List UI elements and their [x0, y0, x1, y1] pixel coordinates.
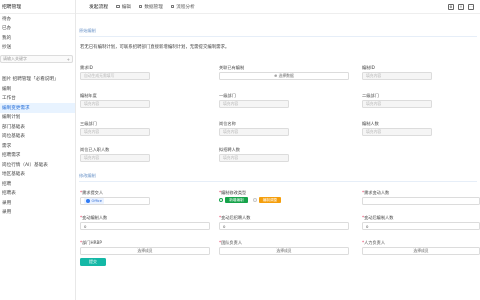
select-data-button[interactable]: ⊕ 选择数据: [219, 72, 349, 80]
settings-icon[interactable]: ⚙: [448, 3, 454, 10]
change-type-label: *编制修改类型: [219, 190, 247, 195]
reason-label: *需求变动人数: [362, 190, 390, 195]
top-right-icons: ⚙ ⇪ ⋯: [448, 3, 474, 10]
year-field: 填充内容: [80, 100, 150, 108]
section-modify-title: 修改编制: [79, 173, 96, 178]
total-field[interactable]: 0: [80, 222, 210, 230]
database-icon: [138, 4, 143, 9]
after2-field[interactable]: 0: [362, 222, 480, 230]
dept1-field: 填充内容: [219, 100, 289, 108]
submitter-field[interactable]: Office: [80, 197, 150, 205]
sidebar-item-cc[interactable]: 抄送: [0, 43, 75, 53]
onboard-label: 岗位已入职人数: [80, 147, 110, 152]
year-label: 编制年度: [80, 93, 97, 98]
after2-label: *变动后编制人数: [362, 215, 394, 220]
edit-button[interactable]: 编辑: [116, 4, 131, 10]
hr-label: *人力负责人: [362, 240, 386, 245]
radio-adjust[interactable]: [252, 197, 257, 203]
radio-add-selected[interactable]: [219, 197, 224, 203]
sidebar: 招聘管理 待办 已办 我的 抄送 请输入关键字 + 图片 招聘管理「必看说明」 …: [0, 0, 76, 300]
hrbp-select-button[interactable]: 选择成员: [80, 247, 210, 255]
sidebar-item-headcount[interactable]: 编制: [0, 84, 75, 94]
plan-id-field: 填充内容: [362, 72, 432, 80]
sidebar-item-todo[interactable]: 待办: [0, 14, 75, 24]
sidebar-item-recruit-table[interactable]: 招聘表: [0, 189, 75, 199]
post-field: 填充内容: [219, 128, 289, 136]
sidebar-item-recruit-demand[interactable]: 招聘需求: [0, 151, 75, 161]
existing-plan-label: 关联已有编制: [219, 65, 245, 70]
form-content: 原始编制 若无已有编制计划，可联系招聘部门直接新增编制计划，无需提交编制需求。 …: [76, 14, 480, 300]
after-field[interactable]: 0: [219, 222, 349, 230]
section-divider: [79, 36, 477, 37]
user-avatar-icon: [86, 199, 90, 203]
dept1-label: 一级部门: [219, 93, 236, 98]
total-label: *变动编制人数: [80, 215, 108, 220]
add-icon[interactable]: +: [67, 57, 70, 62]
sidebar-item-hire2[interactable]: 录用: [0, 208, 75, 218]
sidebar-item-hire[interactable]: 录用: [0, 198, 75, 208]
option-adjust[interactable]: 编制调整: [258, 197, 282, 203]
plan-id-label: 编制ID: [362, 65, 375, 70]
section-original-title: 原始编制: [79, 28, 96, 33]
flow-analysis-label: 流程分析: [176, 4, 195, 10]
page-title: 发起流程: [89, 5, 109, 10]
dept3-field: 填充内容: [80, 128, 150, 136]
hrbp-label: *部门HRBP: [80, 240, 102, 245]
leader-select-button[interactable]: 选择成员: [219, 247, 349, 255]
sidebar-search-placeholder: 请输入关键字: [3, 56, 27, 61]
submitter-value: Office: [91, 199, 103, 203]
req-id-field: 自动生成无需填写: [80, 72, 150, 80]
sidebar-item-recruit-mgmt[interactable]: 图片 招聘管理「必看说明」: [0, 75, 75, 85]
option-add[interactable]: 新增编制: [225, 197, 248, 203]
count-field: 填充内容: [362, 128, 432, 136]
notice-text: 若无已有编制计划，可联系招聘部门直接新增编制计划，无需提交编制需求。: [80, 45, 230, 50]
data-manage-button[interactable]: 数据管理: [138, 4, 163, 10]
sidebar-item-mine[interactable]: 我的: [0, 33, 75, 43]
edit-label: 编辑: [121, 4, 131, 10]
submit-button[interactable]: 提交: [80, 258, 106, 266]
sidebar-item-dept-table[interactable]: 部门基础表: [0, 122, 75, 132]
sidebar-item-change-request[interactable]: 编制变更需求: [0, 103, 75, 113]
sidebar-item-market[interactable]: 岗位行情（AI）基础表: [0, 160, 75, 170]
section-divider-2: [79, 181, 477, 182]
top-bar: 发起流程 编辑 数据管理 流程分析 ⚙ ⇪ ⋯: [76, 0, 480, 14]
pending-field: 填充内容: [219, 154, 289, 162]
sidebar-search-input[interactable]: 请输入关键字 +: [0, 55, 73, 63]
hr-select-button[interactable]: 选择成员: [362, 247, 480, 255]
dept2-field: 填充内容: [362, 100, 432, 108]
dept2-label: 二级部门: [362, 93, 379, 98]
sidebar-item-post-table[interactable]: 岗位基础表: [0, 132, 75, 142]
sidebar-item-blank[interactable]: [0, 65, 75, 75]
edit-icon: [116, 4, 120, 9]
req-id-label: 需求ID: [80, 65, 93, 70]
sidebar-item-workbench[interactable]: 工作台: [0, 94, 75, 104]
sidebar-item-plan[interactable]: 编制计划: [0, 113, 75, 123]
dept3-label: 三级部门: [80, 121, 97, 126]
reason-field[interactable]: [362, 197, 480, 205]
onboard-field: 填充内容: [80, 154, 150, 162]
share-icon[interactable]: ⇪: [458, 3, 464, 10]
sidebar-item-recruit[interactable]: 招聘: [0, 179, 75, 189]
flow-analysis-button[interactable]: 流程分析: [170, 4, 195, 10]
sidebar-item-region[interactable]: 地区基础表: [0, 170, 75, 180]
sidebar-item-done[interactable]: 已办: [0, 24, 75, 34]
change-type-radio-group[interactable]: 新增编制 编制调整: [219, 197, 282, 203]
submitter-label: *需求提交人: [80, 190, 104, 195]
leader-label: *团队负责人: [219, 240, 243, 245]
pending-label: 拟招聘人数: [219, 147, 240, 152]
post-label: 岗位名称: [219, 121, 236, 126]
count-label: 编制人数: [362, 121, 379, 126]
after-label: *变动后招聘人数: [219, 215, 251, 220]
data-manage-label: 数据管理: [144, 4, 163, 10]
chart-icon: [170, 4, 175, 9]
submitter-tag: Office: [84, 198, 104, 204]
sidebar-header: 招聘管理: [0, 0, 75, 14]
sidebar-item-demand[interactable]: 需求: [0, 141, 75, 151]
more-icon[interactable]: ⋯: [468, 3, 474, 10]
